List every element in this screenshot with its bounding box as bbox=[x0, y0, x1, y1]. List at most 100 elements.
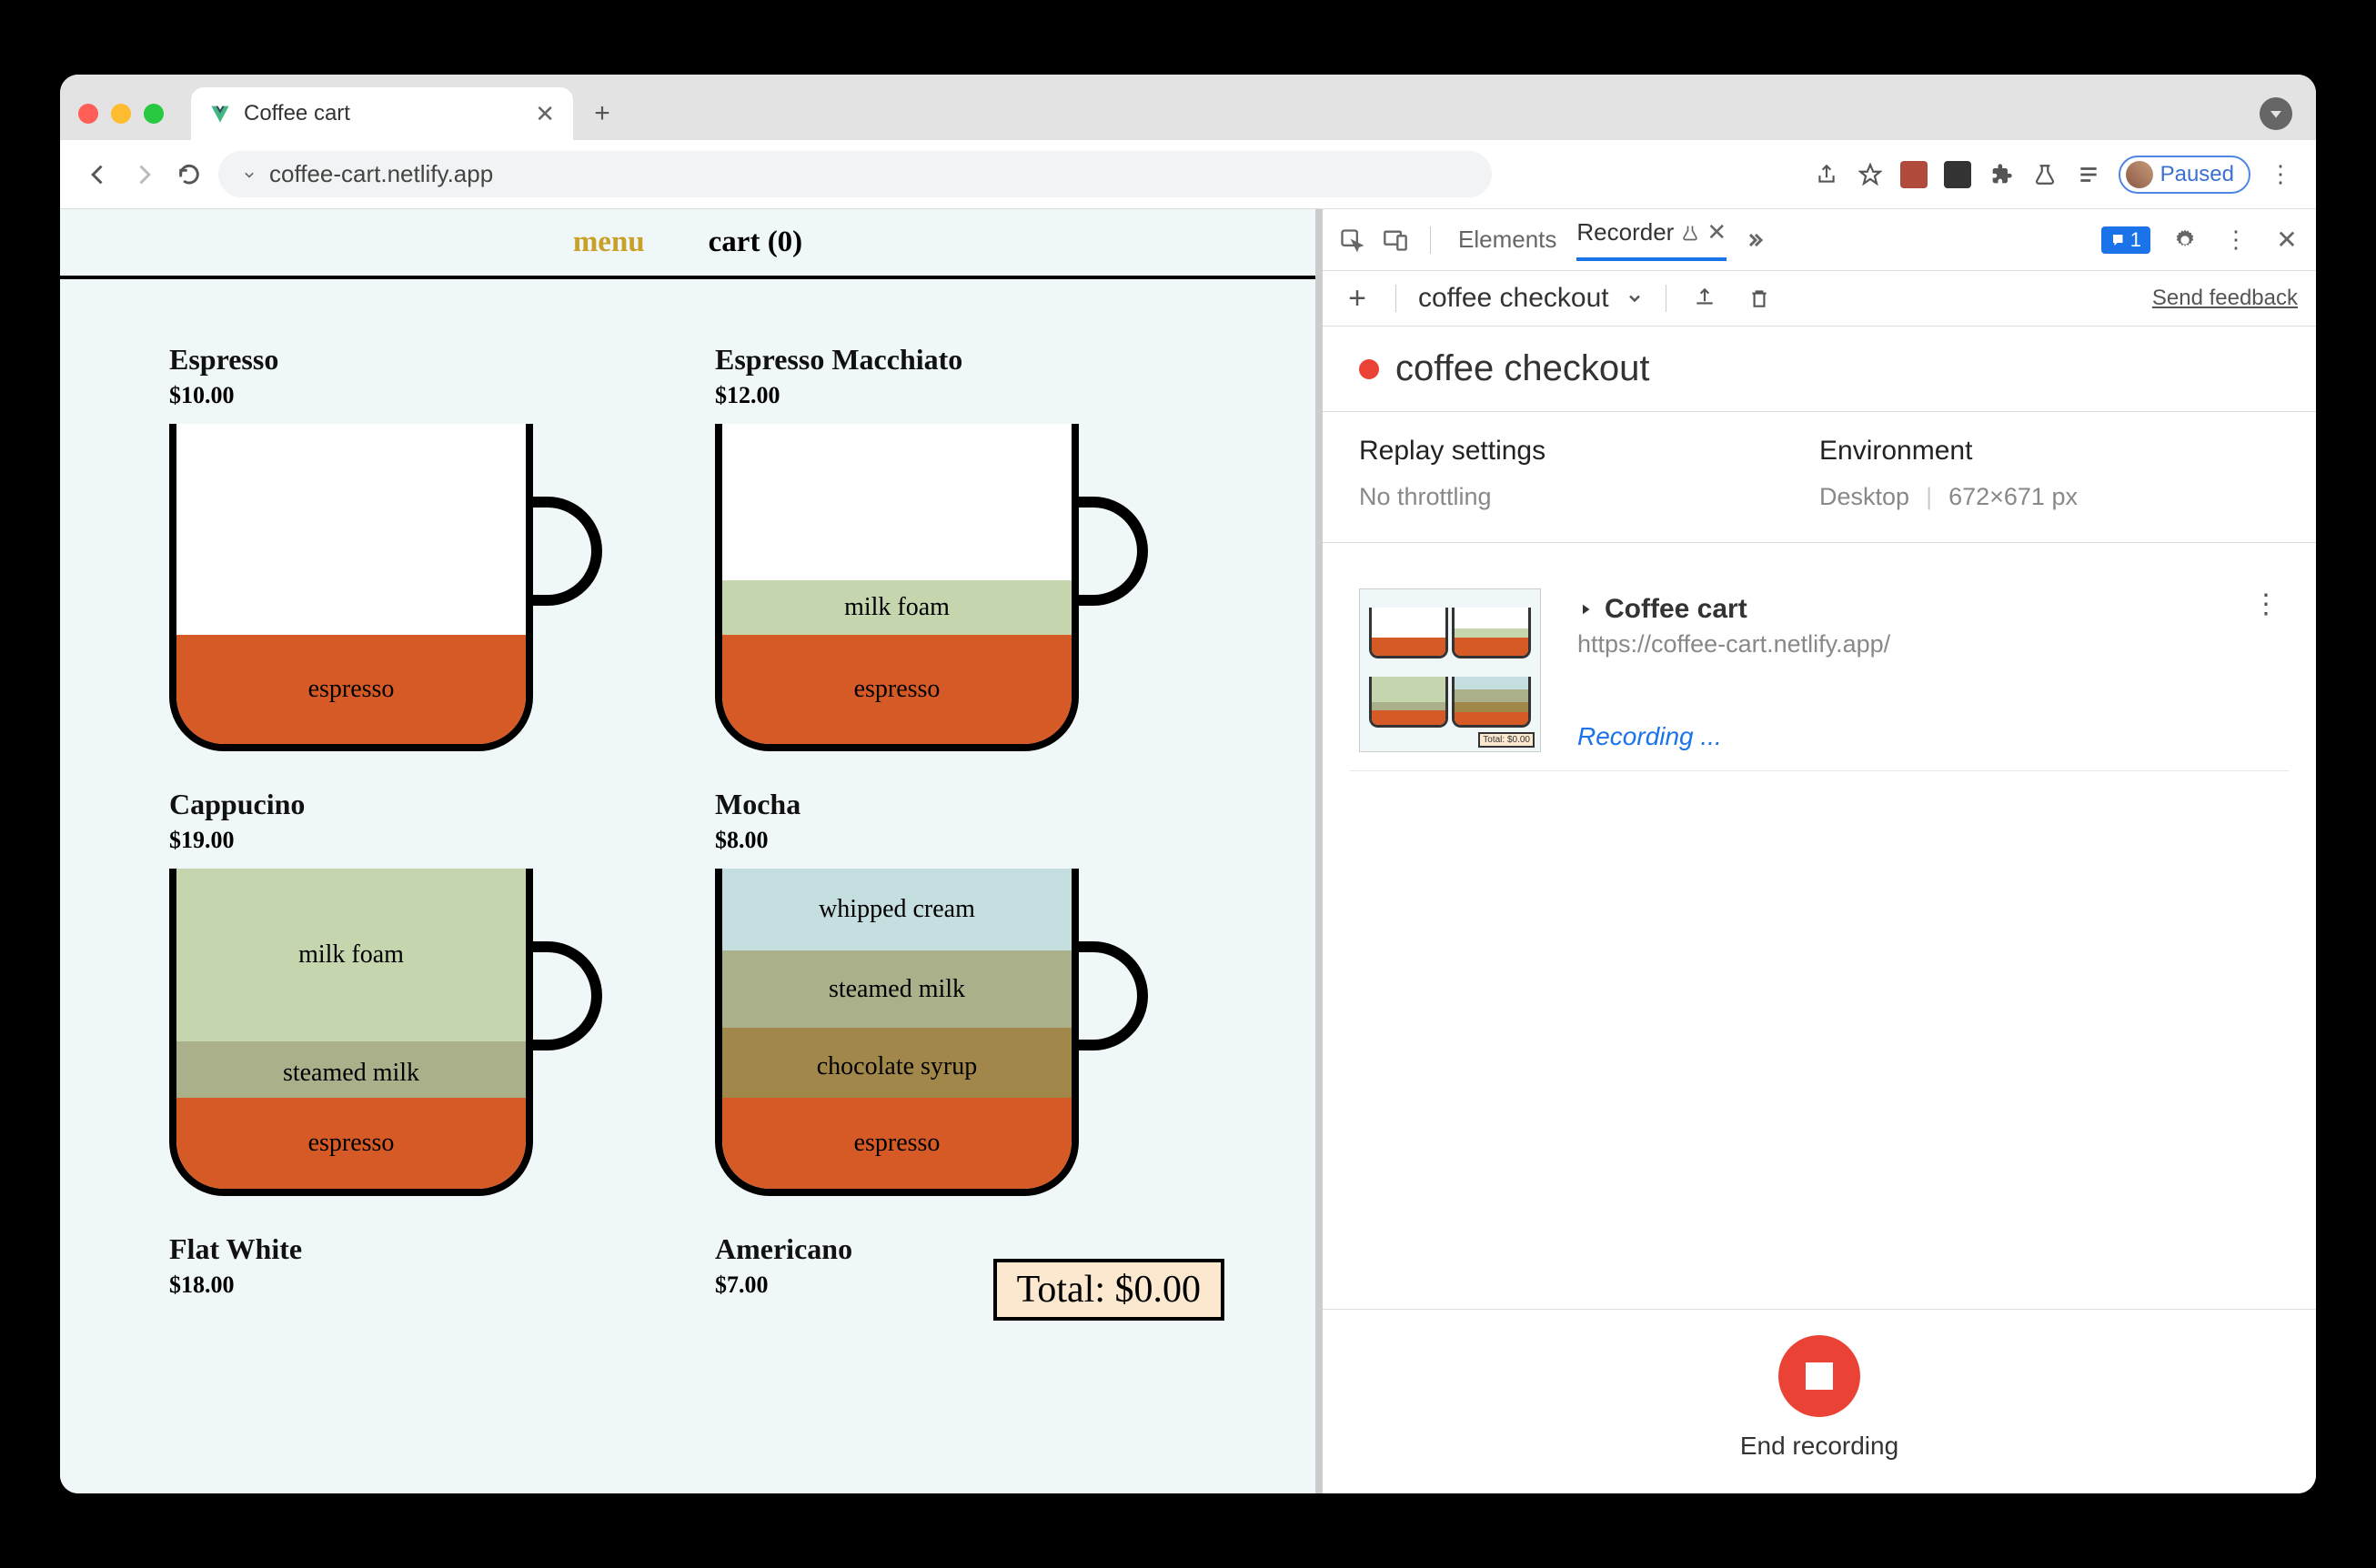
product-price: $10.00 bbox=[169, 382, 660, 409]
product-title: Mocha bbox=[715, 788, 1206, 821]
new-recording-button[interactable]: + bbox=[1341, 282, 1374, 315]
recording-status: Recording ... bbox=[1577, 722, 2216, 751]
devtools-menu-icon[interactable]: ⋮ bbox=[2220, 224, 2252, 256]
divider: | bbox=[1926, 483, 1932, 511]
product-card[interactable]: Espresso $10.00 espresso bbox=[169, 343, 660, 751]
product-card[interactable]: Flat White $18.00 bbox=[169, 1232, 660, 1313]
new-tab-button[interactable]: + bbox=[584, 95, 620, 132]
step-menu-icon[interactable]: ⋮ bbox=[2252, 588, 2280, 620]
product-card[interactable]: Espresso Macchiato $12.00 milk foam espr… bbox=[715, 343, 1206, 751]
close-tab-icon[interactable]: ✕ bbox=[1706, 218, 1727, 246]
recording-settings: Replay settings No throttling Environmen… bbox=[1323, 411, 2316, 543]
window-controls bbox=[78, 104, 164, 124]
product-card[interactable]: Mocha $8.00 whipped cream steamed milk c… bbox=[715, 788, 1206, 1196]
product-price: $8.00 bbox=[715, 827, 1206, 854]
environment-label: Environment bbox=[1819, 436, 2280, 467]
tab-elements[interactable]: Elements bbox=[1449, 220, 1566, 259]
url-field[interactable]: coffee-cart.netlify.app bbox=[218, 151, 1492, 197]
site-settings-icon[interactable] bbox=[240, 166, 258, 184]
cart-total[interactable]: Total: $0.00 bbox=[993, 1259, 1224, 1321]
layer-milk-foam: milk foam bbox=[722, 580, 1072, 635]
inspect-icon[interactable] bbox=[1335, 224, 1368, 256]
layer-espresso: espresso bbox=[176, 635, 526, 744]
reading-list-icon[interactable] bbox=[2075, 161, 2102, 188]
replay-settings-label: Replay settings bbox=[1359, 436, 1819, 467]
extension-icon[interactable] bbox=[1944, 161, 1971, 188]
replay-settings[interactable]: Replay settings No throttling bbox=[1359, 436, 1819, 511]
product-price: $12.00 bbox=[715, 382, 1206, 409]
product-title: Espresso bbox=[169, 343, 660, 377]
content-split: menu cart (0) Espresso $10.00 espresso bbox=[60, 209, 2316, 1493]
recording-title: coffee checkout bbox=[1395, 348, 1649, 389]
labs-icon[interactable] bbox=[2031, 161, 2059, 188]
browser-tab[interactable]: Coffee cart ✕ bbox=[191, 87, 573, 140]
chevron-down-icon bbox=[1626, 289, 1644, 307]
gear-icon[interactable] bbox=[2169, 224, 2201, 256]
replay-settings-value: No throttling bbox=[1359, 483, 1819, 511]
cup-icon: milk foam espresso bbox=[715, 424, 1079, 751]
layer-espresso: espresso bbox=[722, 635, 1072, 744]
end-recording-button[interactable] bbox=[1778, 1335, 1860, 1417]
environment-device: Desktop bbox=[1819, 483, 1909, 511]
bookmark-icon[interactable] bbox=[1857, 161, 1884, 188]
product-card[interactable]: Cappucino $19.00 milk foam steamed milk … bbox=[169, 788, 660, 1196]
vue-icon bbox=[209, 103, 231, 125]
recording-selector[interactable]: coffee checkout bbox=[1418, 283, 1644, 314]
stop-icon bbox=[1806, 1362, 1833, 1390]
profile-paused-button[interactable]: Paused bbox=[2119, 156, 2250, 194]
cup-handle-icon bbox=[1075, 941, 1148, 1050]
delete-icon[interactable] bbox=[1743, 282, 1776, 315]
extension-icon[interactable] bbox=[1900, 161, 1928, 188]
more-tabs-icon[interactable] bbox=[1737, 224, 1770, 256]
step-thumbnail: Total: $0.00 bbox=[1359, 588, 1541, 752]
step-title: Coffee cart bbox=[1605, 594, 1747, 625]
tab-recorder[interactable]: Recorder ✕ bbox=[1576, 218, 1727, 261]
divider bbox=[1430, 226, 1431, 254]
url-text: coffee-cart.netlify.app bbox=[269, 160, 493, 188]
environment-settings[interactable]: Environment Desktop | 672×671 px bbox=[1819, 436, 2280, 511]
browser-window: Coffee cart ✕ + coffee-cart.netlify.app … bbox=[60, 75, 2316, 1493]
close-tab-icon[interactable]: ✕ bbox=[535, 100, 555, 128]
devtools-toolbar-right: 1 ⋮ ✕ bbox=[2101, 224, 2303, 256]
disclosure-triangle-icon[interactable] bbox=[1577, 601, 1594, 618]
device-toggle-icon[interactable] bbox=[1379, 224, 1412, 256]
forward-button[interactable] bbox=[127, 158, 160, 191]
step-row[interactable]: Total: $0.00 Coffee cart https://coffee-… bbox=[1350, 570, 2289, 771]
address-bar: coffee-cart.netlify.app Paused ⋮ bbox=[60, 140, 2316, 209]
nav-cart-link[interactable]: cart (0) bbox=[709, 226, 803, 259]
avatar-icon bbox=[2126, 161, 2153, 188]
export-icon[interactable] bbox=[1688, 282, 1721, 315]
layer-chocolate-syrup: chocolate syrup bbox=[722, 1028, 1072, 1105]
paused-label: Paused bbox=[2160, 162, 2234, 187]
issues-badge[interactable]: 1 bbox=[2101, 226, 2150, 254]
tab-title: Coffee cart bbox=[244, 101, 522, 126]
tabstrip-menu-icon[interactable] bbox=[2260, 97, 2292, 130]
layer-steamed-milk: steamed milk bbox=[176, 1041, 526, 1105]
layer-espresso: espresso bbox=[722, 1098, 1072, 1189]
product-title: Cappucino bbox=[169, 788, 660, 821]
minimize-window-icon[interactable] bbox=[111, 104, 131, 124]
close-window-icon[interactable] bbox=[78, 104, 98, 124]
maximize-window-icon[interactable] bbox=[144, 104, 164, 124]
back-button[interactable] bbox=[82, 158, 115, 191]
cup-handle-icon bbox=[1075, 497, 1148, 606]
tab-strip: Coffee cart ✕ + bbox=[60, 75, 2316, 140]
close-devtools-icon[interactable]: ✕ bbox=[2270, 224, 2303, 256]
issues-count: 1 bbox=[2130, 228, 2141, 252]
nav-menu-link[interactable]: menu bbox=[573, 226, 645, 259]
extensions-puzzle-icon[interactable] bbox=[1988, 161, 2015, 188]
product-title: Flat White bbox=[169, 1232, 660, 1266]
tab-recorder-label: Recorder bbox=[1576, 218, 1674, 246]
recording-indicator-icon bbox=[1359, 359, 1379, 379]
product-grid: Espresso $10.00 espresso Espresso Macchi… bbox=[60, 279, 1315, 1313]
environment-size: 672×671 px bbox=[1948, 483, 2078, 511]
chrome-menu-icon[interactable]: ⋮ bbox=[2267, 161, 2294, 188]
reload-button[interactable] bbox=[173, 158, 206, 191]
product-price: $19.00 bbox=[169, 827, 660, 854]
send-feedback-link[interactable]: Send feedback bbox=[2152, 286, 2298, 311]
share-icon[interactable] bbox=[1813, 161, 1840, 188]
recorder-footer: End recording bbox=[1323, 1309, 2316, 1493]
layer-milk-foam: milk foam bbox=[176, 869, 526, 1041]
cup-handle-icon bbox=[529, 497, 602, 606]
divider bbox=[1395, 285, 1396, 312]
